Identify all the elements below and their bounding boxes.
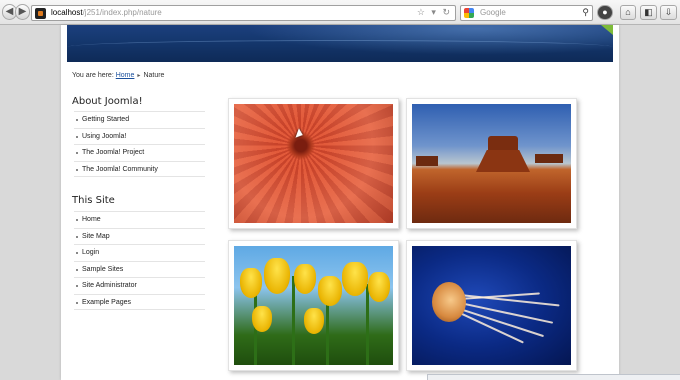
tulip-shape <box>252 306 272 332</box>
url-text: localhost/j251/index.php/nature <box>51 8 162 17</box>
menu-item-example-pages[interactable]: Example Pages <box>74 293 205 310</box>
breadcrumb-current: Nature <box>143 72 165 79</box>
forward-icon[interactable]: ▶ <box>15 4 30 20</box>
jellyfish-image[interactable] <box>412 246 571 365</box>
menu-item-using-joomla[interactable]: Using Joomla! <box>74 127 205 145</box>
favicon <box>35 8 46 19</box>
menu-item-getting-started[interactable]: Getting Started <box>74 111 205 128</box>
breadcrumb-home-link[interactable]: Home <box>116 72 135 79</box>
this-site-menu: Home Site Map Login Sample Sites Site Ad… <box>74 211 205 310</box>
banner-wave <box>67 40 613 54</box>
breadcrumb-separator: ▸ <box>137 73 141 79</box>
about-joomla-title: About Joomla! <box>72 96 143 107</box>
mesa-shape <box>416 156 438 166</box>
google-icon[interactable] <box>464 8 474 18</box>
search-bar[interactable]: Google ⚲ <box>460 5 593 21</box>
menu-item-joomla-community[interactable]: The Joomla! Community <box>74 160 205 177</box>
menu-item-site-administrator[interactable]: Site Administrator <box>74 277 205 294</box>
menu-item-sample-sites[interactable]: Sample Sites <box>74 260 205 278</box>
url-path: /j251/index.php/nature <box>82 8 162 17</box>
jellyfish-bell-shape <box>432 282 466 322</box>
download-icon[interactable]: ⇩ <box>660 5 677 20</box>
stem-shape <box>292 276 295 365</box>
bookmarks-icon[interactable]: ◧ <box>640 5 657 20</box>
thumb-desert[interactable] <box>406 98 577 229</box>
desert-image[interactable] <box>412 104 571 223</box>
tulip-shape <box>294 264 316 294</box>
tulip-shape <box>368 272 390 302</box>
status-bar <box>427 374 680 380</box>
search-icon[interactable]: ⚲ <box>582 7 589 18</box>
site-banner <box>67 25 613 62</box>
tulips-image[interactable] <box>234 246 393 365</box>
about-joomla-menu: Getting Started Using Joomla! The Joomla… <box>74 111 205 177</box>
breadcrumb-prefix: You are here: <box>72 72 114 79</box>
thumb-flower[interactable] <box>228 98 399 229</box>
address-bar[interactable]: localhost/j251/index.php/nature ☆ ▾ ↻ <box>31 5 456 21</box>
tulip-shape <box>240 268 262 298</box>
menu-item-joomla-project[interactable]: The Joomla! Project <box>74 144 205 161</box>
tulip-shape <box>342 262 368 296</box>
thumb-tulips[interactable] <box>228 240 399 371</box>
menu-item-site-map[interactable]: Site Map <box>74 227 205 245</box>
stem-shape <box>366 284 369 365</box>
menu-item-login[interactable]: Login <box>74 244 205 261</box>
mesa-shape <box>488 136 518 171</box>
this-site-title: This Site <box>72 195 115 206</box>
breadcrumb: You are here: Home ▸ Nature <box>72 72 164 79</box>
flower-image[interactable] <box>234 104 393 223</box>
browser-toolbar: ◀ ▶ localhost/j251/index.php/nature ☆ ▾ … <box>0 0 680 25</box>
mesa-shape <box>535 154 563 163</box>
tulip-shape <box>318 276 342 306</box>
url-host: localhost <box>51 8 83 17</box>
bookmark-star-icon[interactable]: ☆ ▾ ↻ <box>417 7 452 18</box>
home-icon[interactable]: ⌂ <box>620 5 636 20</box>
search-placeholder: Google <box>480 8 506 17</box>
menu-item-home[interactable]: Home <box>74 211 205 228</box>
stop-icon[interactable]: ● <box>597 5 613 20</box>
page-content: You are here: Home ▸ Nature About Joomla! … <box>61 25 619 380</box>
thumb-jellyfish[interactable] <box>406 240 577 371</box>
tulip-shape <box>264 258 290 294</box>
tulip-shape <box>304 308 324 334</box>
